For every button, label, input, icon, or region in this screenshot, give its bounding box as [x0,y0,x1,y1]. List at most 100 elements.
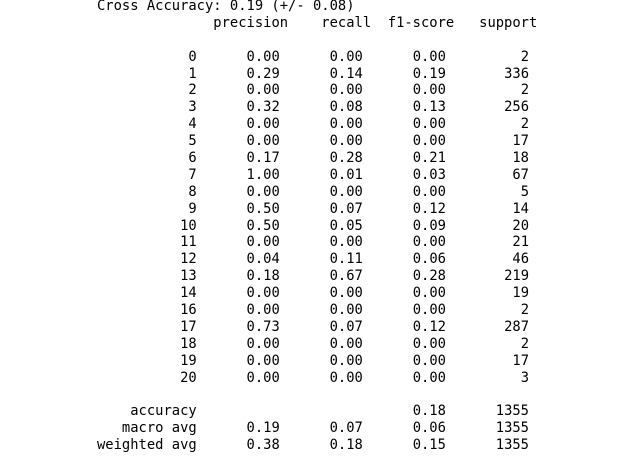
cell-padding [197,201,247,217]
row-label: 2 [188,82,197,99]
cell-padding [363,218,413,234]
cell-padding [363,116,413,132]
recall-cell: 0.07 [329,420,363,437]
cell-padding [363,437,413,453]
cell-padding [280,99,330,115]
f1-score-cell: 0.06 [412,251,446,268]
recall-cell: 0.28 [329,150,363,167]
header-f1-score: f1-score [387,14,455,31]
support-cell: 2 [520,335,530,352]
row-label: weighted avg [97,437,197,454]
cell-padding [97,49,188,65]
table-row: 13 0.18 0.67 0.28 219 [97,268,537,285]
cell-padding [446,167,512,183]
cell-padding [363,336,413,352]
cell-padding [363,184,413,200]
recall-cell: 0.00 [329,369,363,386]
header-support: support [479,14,538,31]
table-row: 20 0.00 0.00 0.00 3 [97,370,537,387]
support-cell: 20 [512,217,530,234]
cell-padding [446,353,512,369]
row-label: 12 [180,251,197,268]
cell-padding [280,353,330,369]
header-gap [371,15,388,31]
row-label: 10 [180,217,197,234]
support-cell: 19 [512,285,530,302]
precision-cell: 0.00 [246,48,280,65]
cell-padding [446,251,512,267]
cell-padding [197,268,247,284]
table-row: 19 0.00 0.00 0.00 17 [97,353,537,370]
support-cell: 14 [512,200,529,217]
cell-padding [97,116,188,132]
precision-cell: 0.00 [246,335,280,352]
cell-padding [197,218,247,234]
header-row: precision recall f1-score support [97,15,537,32]
recall-cell: 0.00 [329,116,363,133]
precision-cell: 0.00 [246,116,280,133]
precision-cell: 0.00 [246,285,280,302]
cell-padding [197,184,247,200]
f1-score-cell: 0.00 [412,369,446,386]
row-label: 1 [188,65,197,82]
recall-cell: 0.00 [329,285,363,302]
cell-padding [97,403,130,419]
precision-cell: 0.00 [246,82,280,99]
precision-cell: 0.00 [246,234,280,251]
f1-score-cell: 0.00 [412,183,446,200]
precision-cell: 0.00 [246,302,280,319]
table-row: 16 0.00 0.00 0.00 2 [97,302,537,319]
cell-padding [280,403,363,419]
cell-padding [446,403,496,419]
cell-padding [197,234,247,250]
cell-padding [280,116,330,132]
recall-cell: 0.00 [329,48,363,65]
cell-padding [280,251,330,267]
cell-padding [363,268,413,284]
cell-padding [363,251,413,267]
f1-score-cell: 0.00 [412,335,446,352]
cell-padding [363,82,413,98]
precision-cell: 0.73 [246,318,280,335]
support-cell: 336 [504,65,529,82]
table-row: 12 0.04 0.11 0.06 46 [97,251,537,268]
cell-padding [197,66,247,82]
cell-padding [280,336,330,352]
f1-score-cell: 0.12 [412,318,446,335]
support-cell: 1355 [495,420,529,437]
row-label: 11 [180,234,197,251]
precision-cell: 0.50 [246,217,280,234]
row-label: accuracy [130,403,197,420]
f1-score-cell: 0.19 [412,65,446,82]
cell-padding [446,319,504,335]
cell-padding [280,82,330,98]
row-label: 13 [180,268,197,285]
support-cell: 18 [512,150,529,167]
recall-cell: 0.00 [329,234,363,251]
recall-cell: 0.07 [329,318,363,335]
f1-score-cell: 0.13 [412,99,446,116]
cell-padding [363,66,413,82]
cell-padding [280,319,330,335]
table-row: 4 0.00 0.00 0.00 2 [97,116,537,133]
precision-cell: 0.17 [246,150,280,167]
classification-report: Cross Accuracy: 0.19 (+/- 0.08) precisio… [97,0,537,454]
support-cell: 256 [504,99,529,116]
table-row: 0 0.00 0.00 0.00 2 [97,49,537,66]
cell-padding [363,150,413,166]
cell-padding [97,302,180,318]
row-label: 5 [188,133,197,150]
f1-score-cell: 0.28 [412,268,446,285]
cell-padding [197,336,247,352]
support-cell: 21 [512,234,530,251]
summary-row: accuracy 0.18 1355 [97,403,537,420]
cell-padding [280,302,330,318]
cell-padding [280,268,330,284]
table-row: 1 0.29 0.14 0.19 336 [97,66,537,83]
table-row: 9 0.50 0.07 0.12 14 [97,201,537,218]
cell-padding [280,285,330,301]
cell-padding [446,66,504,82]
cell-padding [280,420,330,436]
cell-padding [446,268,504,284]
